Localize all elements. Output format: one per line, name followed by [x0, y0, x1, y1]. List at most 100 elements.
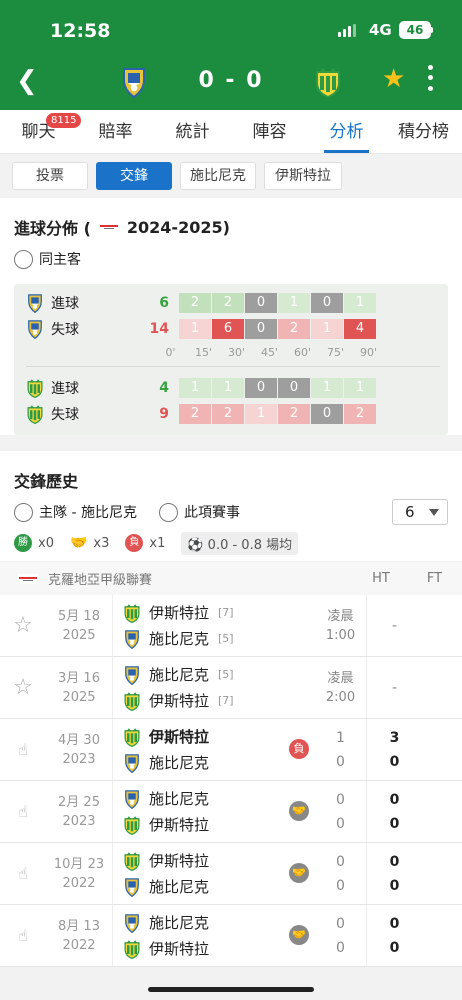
match-year: 2023 — [62, 813, 96, 829]
match-day: 10月 23 — [53, 856, 105, 872]
goal-bucket-cell: 2 — [212, 293, 244, 313]
home-team-name: 伊斯特拉 — [149, 852, 210, 870]
tab-odds[interactable]: 賠率 — [77, 110, 154, 153]
goal-bucket-cell: 1 — [212, 378, 244, 398]
subtab-sibenik[interactable]: 施比尼克 — [180, 162, 256, 190]
ft-away: 0 — [389, 753, 400, 770]
ft-away: 0 — [389, 815, 400, 832]
favorite-star-icon[interactable]: ★ — [382, 64, 405, 94]
match-teams[interactable]: 伊斯特拉 施比尼克 負 — [112, 719, 315, 780]
swipe-hand-icon[interactable]: ☝ — [0, 864, 46, 883]
ft-home: 0 — [389, 791, 400, 808]
match-row[interactable]: ☆ 3月 16 2025 施比尼克 [5] 伊斯特拉 [7] 凌晨 2:00 - — [0, 657, 462, 719]
match-teams[interactable]: 施比尼克 [5] 伊斯特拉 [7] — [112, 657, 315, 718]
team-crest-icon — [123, 753, 141, 773]
ht-away: 0 — [336, 753, 345, 770]
team-rank: [7] — [218, 606, 234, 619]
goal-distribution-table: 進球 6 2 2 0 1 0 1 失球 14 1 6 0 2 1 4 0' 15' 30' 45' 60' 75' 90'… — [14, 284, 448, 435]
match-count-select[interactable]: 6 — [392, 499, 448, 525]
kickoff-period: 凌晨 — [327, 608, 354, 624]
status-bar: 12:58 4G 46 — [0, 0, 462, 62]
radio-icon[interactable] — [14, 249, 33, 269]
row-label: 失球 — [51, 322, 79, 338]
match-year: 2022 — [62, 937, 96, 953]
match-teams[interactable]: 施比尼克 伊斯特拉 🤝 — [112, 781, 315, 842]
tab-standings[interactable]: 積分榜 — [385, 110, 462, 153]
ht-header: HT — [372, 571, 390, 586]
match-row[interactable]: ☝ 2月 25 2023 施比尼克 伊斯特拉 🤝 0 0 0 0 — [0, 781, 462, 843]
radio-icon[interactable] — [158, 502, 178, 522]
subtab-istra[interactable]: 伊斯特拉 — [264, 162, 342, 190]
ht-away: 0 — [336, 815, 345, 832]
swipe-hand-icon[interactable]: ☝ — [0, 926, 46, 945]
tick-label: 75' — [326, 345, 345, 359]
favorite-star-outline-icon[interactable]: ☆ — [0, 675, 46, 700]
subtab-vote[interactable]: 投票 — [12, 162, 88, 190]
goal-bucket-cell: 1 — [179, 378, 211, 398]
subtab-h2h[interactable]: 交鋒 — [96, 162, 172, 190]
away-team-name: 施比尼克 — [149, 630, 210, 648]
match-day: 8月 13 — [58, 918, 100, 934]
ft-home: 0 — [389, 915, 400, 932]
swipe-hand-icon[interactable]: ☝ — [0, 740, 46, 759]
more-menu-icon[interactable] — [425, 62, 435, 94]
radio-icon[interactable] — [14, 502, 33, 522]
ft-home: 0 — [389, 853, 400, 870]
match-teams[interactable]: 伊斯特拉 施比尼克 🤝 — [112, 843, 315, 904]
goal-bucket-cell: 4 — [344, 319, 376, 339]
goal-bucket-cell: 2 — [278, 319, 310, 339]
loss-badge: 負 — [289, 739, 309, 759]
home-team-name: 施比尼克 — [149, 790, 210, 808]
goal-bucket-cell: 1 — [311, 319, 343, 339]
network-label: 4G — [369, 21, 392, 39]
goal-distribution-row: 失球 14 1 6 0 2 1 4 — [26, 316, 440, 342]
tick-label: 15' — [194, 345, 213, 359]
match-teams[interactable]: 伊斯特拉 [7] 施比尼克 [5] — [112, 595, 315, 656]
main-tabs: 聊天 8115 賠率 統計 陣容 分析 積分榜 — [0, 110, 462, 154]
battery-icon: 46 — [399, 21, 431, 39]
home-team-filter-label: 主隊 - 施比尼克 — [39, 505, 137, 521]
goal-bucket-cell: 0 — [278, 378, 310, 398]
match-row[interactable]: ☆ 5月 18 2025 伊斯特拉 [7] 施比尼克 [5] 凌晨 1:00 - — [0, 595, 462, 657]
ht-score: 00 — [315, 843, 367, 904]
tab-analysis[interactable]: 分析 — [308, 110, 385, 153]
ht-home: 0 — [336, 791, 345, 808]
team-rank: [7] — [218, 694, 234, 707]
match-day: 5月 18 — [58, 608, 100, 624]
ht-score: 10 — [315, 719, 367, 780]
match-teams[interactable]: 施比尼克 伊斯特拉 🤝 — [112, 905, 315, 966]
match-row[interactable]: ☝ 10月 23 2022 伊斯特拉 施比尼克 🤝 0 0 0 0 — [0, 843, 462, 905]
time-ticks: 0' 15' 30' 45' 60' 75' 90' — [154, 342, 440, 362]
team-crest-icon — [26, 378, 44, 398]
divider — [26, 366, 440, 367]
team-crest-icon — [123, 691, 141, 711]
tab-chat[interactable]: 聊天 8115 — [0, 110, 82, 153]
tab-stats[interactable]: 統計 — [154, 110, 231, 153]
ft-score: 00 — [367, 916, 422, 956]
swipe-hand-icon[interactable]: ☝ — [0, 802, 46, 821]
tab-lineup[interactable]: 陣容 — [231, 110, 308, 153]
goal-bucket-cell: 1 — [245, 404, 277, 424]
match-row[interactable]: ☝ 4月 30 2023 伊斯特拉 施比尼克負 1 0 3 0 — [0, 719, 462, 781]
h2h-summary: 勝 x0 🤝 x3 負 x1 ⚽ 0.0 - 0.8 場均 — [0, 529, 462, 561]
goal-bucket-cell: 0 — [245, 293, 277, 313]
match-row[interactable]: ☝ 8月 13 2022 施比尼克 伊斯特拉 🤝 0 0 0 0 — [0, 905, 462, 967]
league-header: 克羅地亞甲級聯賽 HT FT — [0, 561, 462, 595]
ft-home: 3 — [389, 729, 400, 746]
kickoff-clock: 2:00 — [325, 689, 356, 705]
same-venue-option[interactable]: 同主客 — [0, 242, 462, 276]
away-team-name: 施比尼克 — [149, 754, 210, 772]
favorite-star-outline-icon[interactable]: ☆ — [0, 613, 46, 638]
h2h-filters: 主隊 - 施比尼克 此項賽事 6 — [0, 495, 462, 529]
goal-distribution-title: 進球分佈 ( 2024-2025) — [0, 198, 462, 242]
ht-home: 0 — [336, 915, 345, 932]
goal-distribution-row: 失球 9 2 2 1 2 0 2 — [26, 401, 440, 427]
avg-goals: 0.0 - 0.8 場均 — [207, 537, 293, 553]
row-total: 9 — [159, 406, 169, 422]
goal-bucket-cell: 0 — [245, 378, 277, 398]
draws-count: x3 — [93, 535, 110, 551]
match-year: 2025 — [62, 689, 96, 705]
row-label: 進球 — [51, 296, 79, 312]
ft-score-placeholder: - — [391, 617, 398, 634]
team-crest-icon — [123, 815, 141, 835]
